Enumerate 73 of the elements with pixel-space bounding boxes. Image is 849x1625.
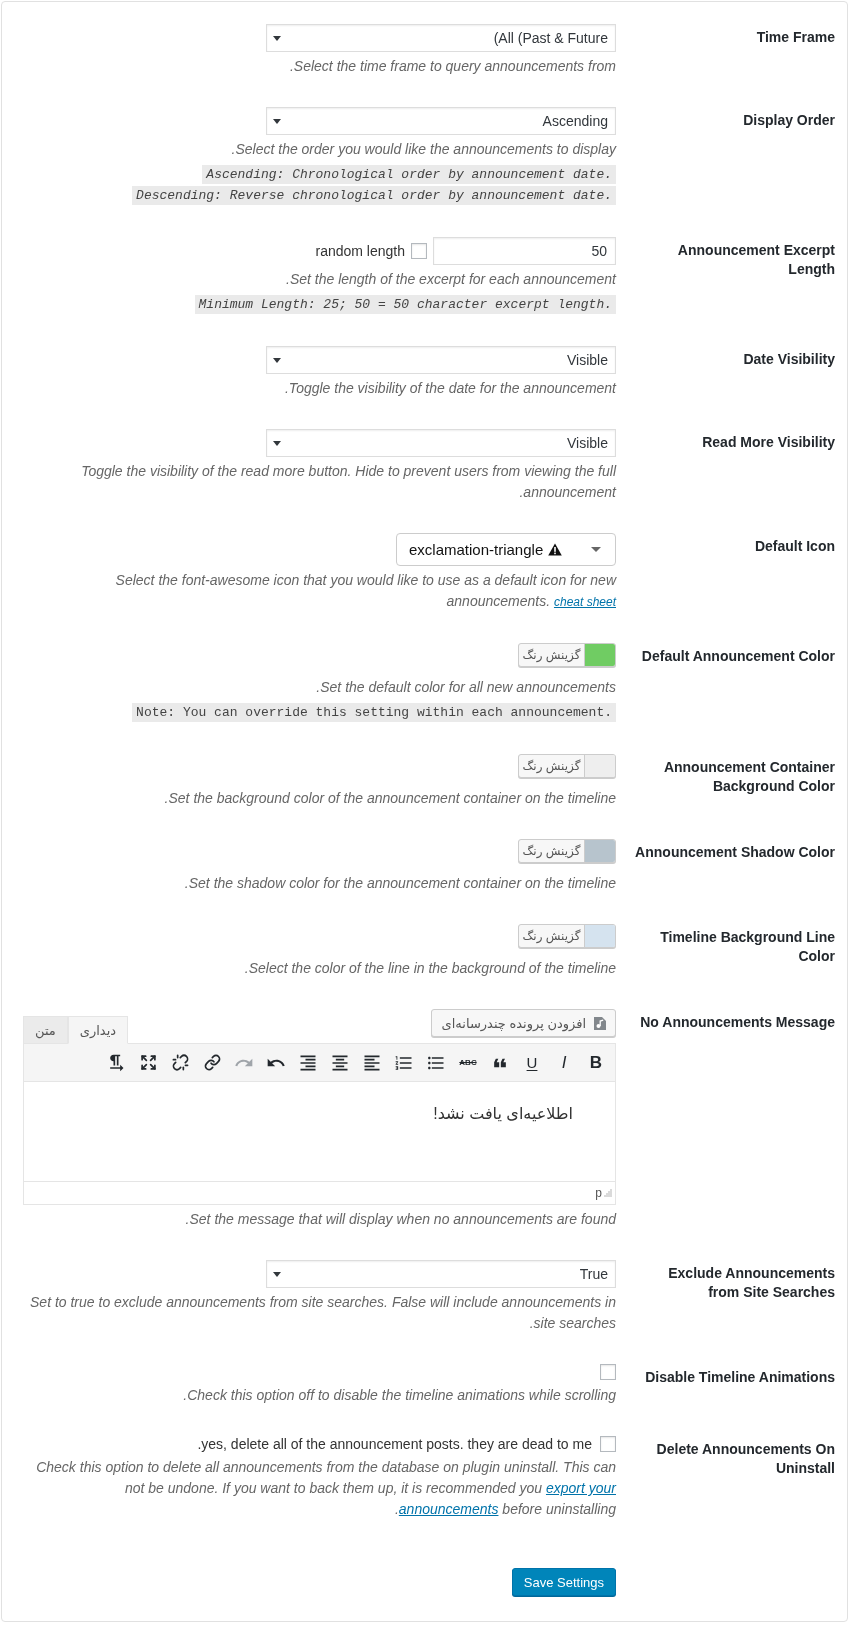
setting-description: .Select the color of the line in the background of the timeline [244,959,616,978]
setting-description: .Set the length of the excerpt for each announcement [286,270,616,289]
code-note: Minimum Length: 25; 50 = 50 character excerpt length. [194,295,616,314]
editor-text-area[interactable]: اطلاعیه‌ای یافت نشد! [24,1082,615,1181]
caret-icon [273,1271,281,1277]
dropdown[interactable]: (All (Past & Future [266,24,616,52]
element-path[interactable]: p [595,1186,602,1200]
number-input[interactable]: 50 [433,237,616,265]
bold-button[interactable]: B [582,1048,610,1077]
setting-label: Delete Announcements On Uninstall [655,1440,835,1478]
setting-label: Date Visibility [743,350,835,369]
setting-label: Default Icon [754,537,835,556]
checkbox-label: random length [315,243,405,259]
setting-description: Toggle the visibility of the read more button. Hide to prevent users from viewing the full .announcement [80,462,616,502]
fullscreen-icon [139,1054,157,1071]
warning-triangle-icon [548,543,563,556]
text-link[interactable]: export your [545,1480,616,1496]
color-picker-button[interactable]: گزینش رنگ [518,924,616,948]
caret-icon [273,35,281,41]
setting-label: Exclude Announcements from Site Searches [667,1264,835,1302]
editor-tab[interactable]: دیداری [67,1016,129,1044]
setting-label: Announcement Shadow Color [635,843,835,862]
setting-description: Select the font-awesome icon that you would like to use as a default icon for new announcements. cheat sheet [114,571,616,611]
checkbox-label: .yes, delete all of the announcement posts. they are dead to me [197,1436,592,1452]
setting-description: Set to true to exclude announcements from site searches. False will include announcements in .site searches [29,1293,616,1333]
resize-handle-icon[interactable] [604,1189,612,1197]
setting-description: .Select the time frame to query announcements from [289,57,616,76]
unlink-icon [171,1054,189,1071]
dropdown[interactable]: Visible [266,429,616,457]
add-media-button[interactable]: افزودن پرونده چندرسانه‌ای [430,1009,616,1037]
dropdown[interactable]: Visible [266,346,616,374]
strikethrough-button[interactable]: ABC [454,1048,482,1077]
setting-description: .Set the background color of the announcement container on the timeline [164,789,616,808]
code-note: Note: You can override this setting within each announcement. [132,703,616,722]
text-link[interactable]: announcements [398,1501,499,1517]
save-settings-button[interactable]: Save Settings [511,1568,616,1596]
setting-label: Time Frame [756,28,835,47]
italic-button[interactable]: I [550,1048,578,1077]
setting-label: Timeline Background Line Color [659,928,835,966]
color-picker-button[interactable]: گزینش رنگ [518,754,616,778]
setting-description: .Select the order you would like the announcements to display [231,140,616,159]
setting-description: Check this option to delete all announcements from the database on plugin uninstall. This can not be undone. If you want to back them up, it is recommended you export your .announcements before uninstalling [35,1458,616,1519]
setting-label: Disable Timeline Animations [645,1368,835,1387]
code-note: Ascending: Chronological order by announcement date. [202,165,616,184]
checkbox[interactable] [411,243,427,259]
media-icon [592,1015,608,1031]
setting-label: Read More Visibility [702,433,835,452]
color-picker-button[interactable]: گزینش رنگ [518,839,616,863]
checkbox[interactable] [600,1436,616,1452]
setting-description: .Toggle the visibility of the date for the announcement [284,379,616,398]
setting-description: .Set the default color for all new announcements [316,678,616,697]
dropdown[interactable]: True [266,1260,616,1288]
dropdown[interactable]: Ascending [266,107,616,135]
color-picker-button[interactable]: گزینش رنگ [518,643,616,667]
underline-button[interactable]: U [518,1048,546,1077]
caret-icon [273,118,281,124]
code-note: Descending: Reverse chronological order by announcement date. [132,186,616,205]
caret-icon [591,547,601,552]
link-icon [203,1054,221,1071]
caret-icon [273,357,281,363]
setting-label: No Announcements Message [640,1013,835,1032]
caret-icon [273,440,281,446]
icon-dropdown[interactable]: exclamation-triangle [396,533,616,566]
setting-label: Announcement Container Background Color [662,758,835,796]
setting-description: .Set the message that will display when no announcements are found [185,1210,616,1229]
editor-tab[interactable]: متن [23,1016,68,1044]
checkbox[interactable] [600,1364,616,1380]
setting-label: Announcement Excerpt Length [676,241,835,279]
setting-description: .Set the shadow color for the announcement container on the timeline [184,874,616,893]
setting-description: .Check this option off to disable the timeline animations while scrolling [183,1386,616,1405]
setting-label: Display Order [743,111,835,130]
text-link[interactable]: cheat sheet [553,595,616,609]
setting-label: Default Announcement Color [641,647,835,666]
